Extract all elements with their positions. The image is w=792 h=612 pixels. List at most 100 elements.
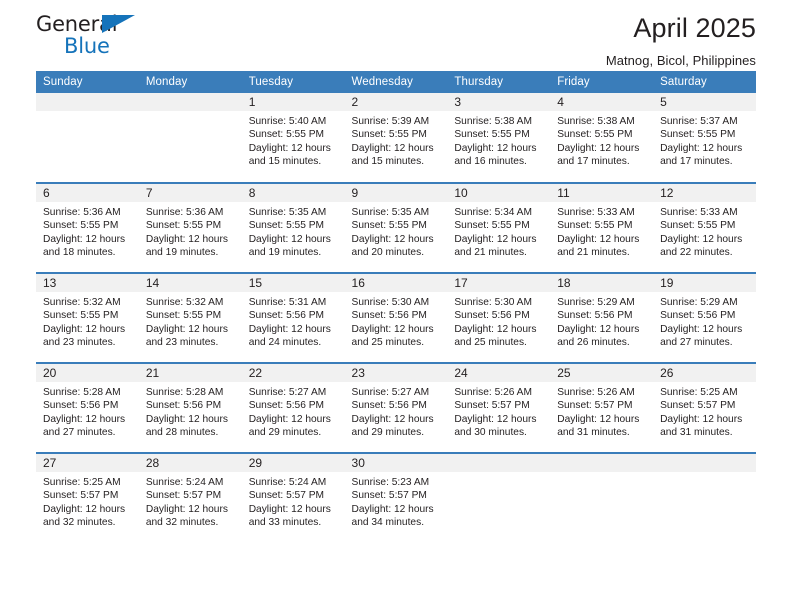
daylight-text-line2: and 29 minutes. [248, 427, 322, 439]
calendar-day-cell[interactable]: 11 Sunrise: 5:33 AM Sunset: 5:55 PM Dayligh… [550, 182, 654, 273]
daylight-text-line2: and 23 minutes. [145, 337, 219, 349]
sunset-text: Sunset: 5:56 PM [248, 400, 325, 412]
daylight-text-line2: and 25 minutes. [351, 337, 425, 349]
calendar-day-cell[interactable]: 10 Sunrise: 5:34 AM Sunset: 5:55 PM Dayligh… [447, 182, 551, 273]
sunset-text: Sunset: 5:57 PM [660, 400, 736, 412]
calendar-grid: Sunday Monday Tuesday Wednesday Thursday… [36, 71, 756, 543]
calendar-day-cell[interactable]: 14 Sunrise: 5:32 AM Sunset: 5:55 PM Dayligh… [138, 272, 242, 363]
daylight-text-line2: and 31 minutes. [660, 427, 733, 439]
daylight-text-line2: and 26 minutes. [557, 337, 630, 349]
calendar-day-cell[interactable]: 5 Sunrise: 5:37 AM Sunset: 5:55 PM Daylight… [653, 93, 756, 183]
calendar-day-cell[interactable]: 16 Sunrise: 5:30 AM Sunset: 5:56 PM Dayligh… [344, 272, 448, 363]
sunset-text: Sunset: 5:55 PM [145, 310, 222, 322]
calendar-day-cell[interactable]: 28 Sunrise: 5:24 AM Sunset: 5:57 PM Dayligh… [138, 452, 242, 543]
calendar-day-cell[interactable]: 29 Sunrise: 5:24 AM Sunset: 5:57 PM Dayligh… [241, 452, 345, 543]
daylight-text-line1: Daylight: 12 hours [351, 233, 434, 245]
sunset-text: Sunset: 5:56 PM [557, 310, 633, 322]
general-blue-logo: General Blue [36, 12, 156, 60]
day-details: Sunrise: 5:38 AM Sunset: 5:55 PM Daylight:… [550, 111, 653, 169]
sunrise-text: Sunrise: 5:34 AM [454, 207, 532, 218]
daylight-text-line1: Daylight: 12 hours [351, 503, 434, 515]
daylight-text-line2: and 34 minutes. [351, 517, 425, 529]
daylight-text-line2: and 27 minutes. [43, 427, 116, 439]
calendar-day-cell[interactable]: 17 Sunrise: 5:30 AM Sunset: 5:56 PM Dayligh… [447, 272, 551, 363]
calendar-day-cell[interactable]: 23 Sunrise: 5:27 AM Sunset: 5:56 PM Dayligh… [344, 362, 448, 453]
daylight-text-line1: Daylight: 12 hours [351, 413, 434, 425]
logo-triangle-icon [102, 15, 135, 33]
calendar-day-cell[interactable]: 25 Sunrise: 5:26 AM Sunset: 5:57 PM Dayligh… [550, 362, 654, 453]
calendar-day-cell[interactable]: 15 Sunrise: 5:31 AM Sunset: 5:56 PM Dayligh… [241, 272, 345, 363]
daylight-text-line2: and 27 minutes. [660, 337, 733, 349]
calendar-day-cell[interactable]: 27 Sunrise: 5:25 AM Sunset: 5:57 PM Dayligh… [36, 452, 139, 543]
day-number: 27 [36, 454, 139, 472]
sunrise-text: Sunrise: 5:25 AM [660, 387, 738, 398]
day-details: Sunrise: 5:35 AM Sunset: 5:55 PM Daylight:… [242, 202, 345, 260]
calendar-day-cell[interactable]: 20 Sunrise: 5:28 AM Sunset: 5:56 PM Dayligh… [36, 362, 139, 453]
calendar-day-cell[interactable]: 8 Sunrise: 5:35 AM Sunset: 5:55 PM Daylight… [241, 182, 345, 273]
weekday-header-saturday: Saturday [653, 71, 756, 93]
calendar-day-cell[interactable]: 9 Sunrise: 5:35 AM Sunset: 5:55 PM Daylight… [344, 182, 448, 273]
day-number: 10 [447, 184, 551, 202]
day-number: 3 [447, 93, 551, 111]
daylight-text-line1: Daylight: 12 hours [454, 142, 537, 154]
sunset-text: Sunset: 5:55 PM [43, 220, 119, 232]
calendar-day-cell-empty [653, 452, 756, 543]
calendar-day-cell[interactable]: 6 Sunrise: 5:36 AM Sunset: 5:55 PM Daylight… [36, 182, 139, 273]
daylight-text-line2: and 30 minutes. [454, 427, 527, 439]
calendar-day-cell[interactable]: 30 Sunrise: 5:23 AM Sunset: 5:57 PM Dayligh… [344, 452, 448, 543]
day-number: 14 [138, 274, 242, 292]
calendar-week-row: 20 Sunrise: 5:28 AM Sunset: 5:56 PM Dayligh… [36, 362, 756, 453]
daylight-text-line1: Daylight: 12 hours [145, 413, 228, 425]
day-number: 4 [550, 93, 654, 111]
calendar-day-cell-empty [447, 452, 551, 543]
sunset-text: Sunset: 5:55 PM [557, 220, 633, 232]
day-details: Sunrise: 5:37 AM Sunset: 5:55 PM Daylight:… [653, 111, 756, 169]
weekday-header-thursday: Thursday [447, 71, 551, 93]
sunset-text: Sunset: 5:55 PM [454, 220, 530, 232]
day-details: Sunrise: 5:28 AM Sunset: 5:56 PM Daylight:… [36, 382, 139, 440]
calendar-day-cell[interactable]: 3 Sunrise: 5:38 AM Sunset: 5:55 PM Daylight… [447, 93, 551, 183]
calendar-day-cell[interactable]: 26 Sunrise: 5:25 AM Sunset: 5:57 PM Dayligh… [653, 362, 756, 453]
day-details: Sunrise: 5:24 AM Sunset: 5:57 PM Daylight:… [242, 472, 345, 530]
calendar-day-cell[interactable]: 21 Sunrise: 5:28 AM Sunset: 5:56 PM Dayligh… [138, 362, 242, 453]
weekday-header-friday: Friday [550, 71, 654, 93]
logo-text-blue: Blue [64, 34, 110, 58]
calendar-day-cell[interactable]: 13 Sunrise: 5:32 AM Sunset: 5:55 PM Dayligh… [36, 272, 139, 363]
daylight-text-line1: Daylight: 12 hours [43, 323, 126, 335]
day-number [550, 454, 654, 472]
day-details: Sunrise: 5:35 AM Sunset: 5:55 PM Daylight:… [345, 202, 448, 260]
day-number: 8 [241, 184, 345, 202]
daylight-text-line2: and 17 minutes. [557, 156, 630, 168]
daylight-text-line2: and 33 minutes. [248, 517, 322, 529]
daylight-text-line2: and 23 minutes. [43, 337, 116, 349]
day-number: 26 [653, 364, 756, 382]
calendar-day-cell[interactable]: 24 Sunrise: 5:26 AM Sunset: 5:57 PM Dayligh… [447, 362, 551, 453]
day-details: Sunrise: 5:33 AM Sunset: 5:55 PM Daylight:… [550, 202, 653, 260]
sunrise-text: Sunrise: 5:30 AM [454, 297, 532, 308]
sunset-text: Sunset: 5:56 PM [454, 310, 530, 322]
sunrise-text: Sunrise: 5:33 AM [660, 207, 738, 218]
sunrise-text: Sunrise: 5:36 AM [145, 207, 224, 218]
day-details: Sunrise: 5:26 AM Sunset: 5:57 PM Daylight:… [447, 382, 550, 440]
calendar-day-cell[interactable]: 2 Sunrise: 5:39 AM Sunset: 5:55 PM Daylight… [344, 93, 448, 183]
calendar-day-cell[interactable]: 18 Sunrise: 5:29 AM Sunset: 5:56 PM Dayligh… [550, 272, 654, 363]
calendar-day-cell[interactable]: 1 Sunrise: 5:40 AM Sunset: 5:55 PM Daylight… [241, 93, 345, 183]
daylight-text-line1: Daylight: 12 hours [351, 323, 434, 335]
calendar-week-row: 13 Sunrise: 5:32 AM Sunset: 5:55 PM Dayligh… [36, 272, 756, 363]
daylight-text-line1: Daylight: 12 hours [43, 233, 126, 245]
calendar-day-cell[interactable]: 12 Sunrise: 5:33 AM Sunset: 5:55 PM Dayligh… [653, 182, 756, 273]
sunrise-text: Sunrise: 5:29 AM [660, 297, 738, 308]
sunrise-text: Sunrise: 5:32 AM [145, 297, 224, 308]
calendar-day-cell[interactable]: 19 Sunrise: 5:29 AM Sunset: 5:56 PM Dayligh… [653, 272, 756, 363]
sunset-text: Sunset: 5:56 PM [145, 400, 222, 412]
calendar-day-cell[interactable]: 22 Sunrise: 5:27 AM Sunset: 5:56 PM Dayligh… [241, 362, 345, 453]
daylight-text-line2: and 28 minutes. [145, 427, 219, 439]
page-header: General Blue April 2025 Matnog, Bicol, P… [36, 0, 756, 71]
day-number: 29 [241, 454, 345, 472]
calendar-day-cell[interactable]: 7 Sunrise: 5:36 AM Sunset: 5:55 PM Daylight… [138, 182, 242, 273]
weekday-header-sunday: Sunday [36, 71, 139, 93]
day-details: Sunrise: 5:38 AM Sunset: 5:55 PM Daylight:… [447, 111, 550, 169]
calendar-day-cell[interactable]: 4 Sunrise: 5:38 AM Sunset: 5:55 PM Daylight… [550, 93, 654, 183]
weekday-header-row: Sunday Monday Tuesday Wednesday Thursday… [36, 71, 756, 93]
sunset-text: Sunset: 5:55 PM [557, 129, 633, 141]
